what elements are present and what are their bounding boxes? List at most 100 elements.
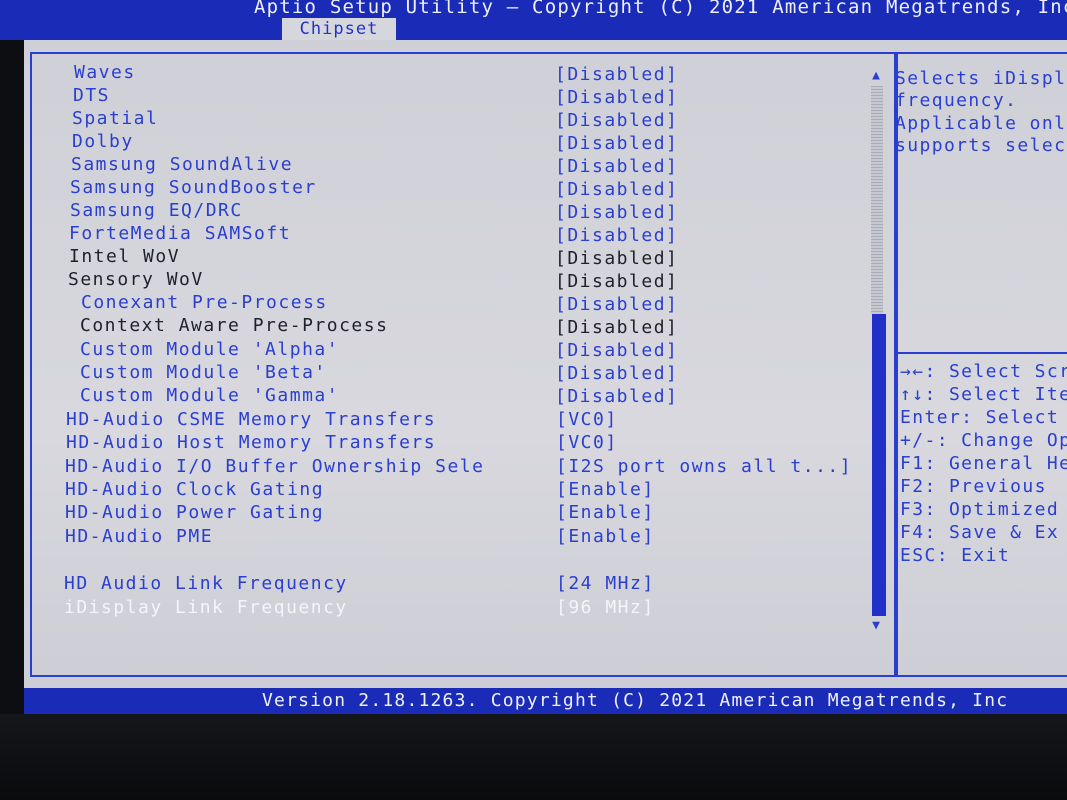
- setting-label: Spatial: [72, 108, 159, 129]
- setting-value[interactable]: [Enable]: [556, 479, 655, 501]
- setting-value-text: [Disabled]: [555, 133, 679, 154]
- setting-value[interactable]: [Enable]: [556, 526, 655, 548]
- setting-value-text: [Disabled]: [555, 317, 679, 338]
- setting-row[interactable]: DTS: [73, 85, 110, 107]
- scroll-up-arrow-icon[interactable]: ▲: [868, 68, 884, 84]
- setting-row[interactable]: Spatial: [72, 108, 158, 130]
- setting-value-text: [Enable]: [556, 526, 655, 547]
- setting-label: HD-Audio Power Gating: [65, 502, 325, 523]
- version-text: Version 2.18.1263. Copyright (C) 2021 Am…: [262, 690, 1009, 711]
- setting-value[interactable]: [Disabled]: [555, 64, 678, 86]
- setting-value[interactable]: [VC0]: [556, 432, 618, 454]
- help-key-line: F1: General He: [900, 453, 1067, 474]
- setting-value[interactable]: [Disabled]: [555, 156, 678, 178]
- setting-value[interactable]: [Disabled]: [555, 248, 678, 270]
- setting-value-text: [Disabled]: [555, 294, 679, 315]
- setting-label: ForteMedia SAMSoft: [69, 223, 292, 244]
- setting-label: Samsung SoundAlive: [71, 154, 294, 175]
- setting-label: Custom Module 'Alpha': [80, 339, 340, 360]
- setting-value[interactable]: [Disabled]: [555, 363, 678, 385]
- setting-value[interactable]: [Disabled]: [555, 340, 678, 362]
- setting-value[interactable]: [Disabled]: [555, 133, 678, 155]
- help-key-line: F4: Save & Ex: [900, 522, 1060, 543]
- setting-row[interactable]: Custom Module 'Beta': [80, 362, 327, 384]
- setting-label: Samsung SoundBooster: [70, 177, 317, 198]
- setting-value[interactable]: [Disabled]: [555, 179, 678, 201]
- setting-value[interactable]: [Disabled]: [555, 225, 678, 247]
- help-key-line: ESC: Exit: [900, 545, 1011, 566]
- setting-value-text: [VC0]: [556, 432, 618, 453]
- setting-row[interactable]: Samsung SoundBooster: [70, 177, 317, 199]
- setting-value[interactable]: [I2S port owns all t...]: [556, 456, 852, 478]
- setting-row[interactable]: HD-Audio Host Memory Transfers: [66, 432, 436, 454]
- setting-row[interactable]: Waves: [74, 62, 136, 84]
- setting-value-text: [Disabled]: [555, 225, 679, 246]
- setting-value[interactable]: [Disabled]: [555, 294, 678, 316]
- setting-value-text: [Enable]: [556, 479, 655, 500]
- setting-label: HD-Audio I/O Buffer Ownership Sele: [65, 456, 485, 477]
- setting-label: HD-Audio Host Memory Transfers: [66, 432, 437, 453]
- setting-row[interactable]: Samsung SoundAlive: [71, 154, 293, 176]
- setting-row-selected[interactable]: iDisplay Link Frequency: [64, 597, 348, 619]
- setting-row[interactable]: HD-Audio PME: [65, 526, 213, 548]
- setting-value[interactable]: [VC0]: [556, 409, 618, 431]
- setting-row[interactable]: Context Aware Pre-Process: [80, 315, 388, 337]
- setting-label: Custom Module 'Beta': [80, 362, 327, 383]
- setting-value-text: [Disabled]: [555, 271, 679, 292]
- setting-value[interactable]: [Disabled]: [555, 87, 678, 109]
- setting-label: HD-Audio PME: [65, 526, 214, 547]
- setting-value[interactable]: [24 MHz]: [556, 573, 655, 595]
- help-key-line: +/-: Change Op: [900, 430, 1067, 451]
- setting-row[interactable]: Custom Module 'Alpha': [80, 339, 339, 361]
- setting-label: iDisplay Link Frequency: [64, 597, 348, 618]
- setting-row[interactable]: HD-Audio Power Gating: [65, 502, 324, 524]
- setting-label: HD-Audio CSME Memory Transfers: [66, 409, 437, 430]
- title-text: Aptio Setup Utility – Copyright (C) 2021…: [254, 0, 1067, 18]
- help-key-line: F3: Optimized: [900, 499, 1060, 520]
- setting-label: Intel WoV: [69, 246, 181, 267]
- setting-value-text: [Disabled]: [555, 110, 679, 131]
- setting-value[interactable]: [Disabled]: [555, 317, 678, 339]
- setting-label: Sensory WoV: [68, 269, 204, 290]
- setting-label: DTS: [73, 85, 111, 106]
- help-key-line: F2: Previous: [900, 476, 1047, 497]
- setting-label: Waves: [74, 62, 136, 83]
- setting-value[interactable]: [Disabled]: [555, 386, 678, 408]
- setting-row[interactable]: Samsung EQ/DRC: [70, 200, 243, 222]
- setting-row[interactable]: HD-Audio I/O Buffer Ownership Sele: [65, 456, 484, 478]
- scrollbar-track[interactable]: [871, 86, 883, 314]
- setting-value-selected[interactable]: [96 MHz]: [556, 597, 655, 619]
- scroll-down-arrow-icon[interactable]: ▼: [868, 618, 884, 634]
- help-description-line: supports selec: [895, 135, 1067, 156]
- setting-label: Conexant Pre-Process: [81, 292, 328, 313]
- setting-row[interactable]: Dolby: [72, 131, 134, 153]
- setting-value-text: [Disabled]: [555, 363, 679, 384]
- help-description-line: Selects iDispl: [895, 68, 1067, 89]
- setting-label: HD Audio Link Frequency: [64, 573, 348, 594]
- setting-row[interactable]: ForteMedia SAMSoft: [69, 223, 291, 245]
- setting-value[interactable]: [Disabled]: [555, 202, 678, 224]
- setting-row[interactable]: Sensory WoV: [68, 269, 204, 291]
- screen-bezel-bottom: [0, 714, 1067, 800]
- screen-bezel-left: [0, 40, 24, 716]
- setting-value-text: [I2S port owns all t...]: [556, 456, 853, 477]
- setting-row[interactable]: Conexant Pre-Process: [81, 292, 328, 314]
- setting-value-text: [24 MHz]: [556, 573, 655, 594]
- setting-value[interactable]: [Disabled]: [555, 271, 678, 293]
- scrollbar-thumb[interactable]: [872, 314, 886, 616]
- setting-row[interactable]: HD-Audio CSME Memory Transfers: [66, 409, 436, 431]
- setting-row[interactable]: HD Audio Link Frequency: [64, 573, 348, 595]
- setting-value[interactable]: [Disabled]: [555, 110, 678, 132]
- setting-value[interactable]: [Enable]: [556, 502, 655, 524]
- help-key-line: →←: Select Scr: [900, 361, 1067, 382]
- help-key-line: ↑↓: Select Ite: [900, 384, 1067, 405]
- setting-label: HD-Audio Clock Gating: [65, 479, 325, 500]
- setting-label: Custom Module 'Gamma': [80, 385, 340, 406]
- setting-value-text: [96 MHz]: [556, 597, 655, 618]
- setting-value-text: [Disabled]: [555, 64, 679, 85]
- setting-value-text: [Disabled]: [555, 202, 679, 223]
- setting-row[interactable]: Custom Module 'Gamma': [80, 385, 339, 407]
- setting-row[interactable]: Intel WoV: [69, 246, 180, 268]
- tab-chipset[interactable]: Chipset: [282, 18, 396, 40]
- setting-row[interactable]: HD-Audio Clock Gating: [65, 479, 324, 501]
